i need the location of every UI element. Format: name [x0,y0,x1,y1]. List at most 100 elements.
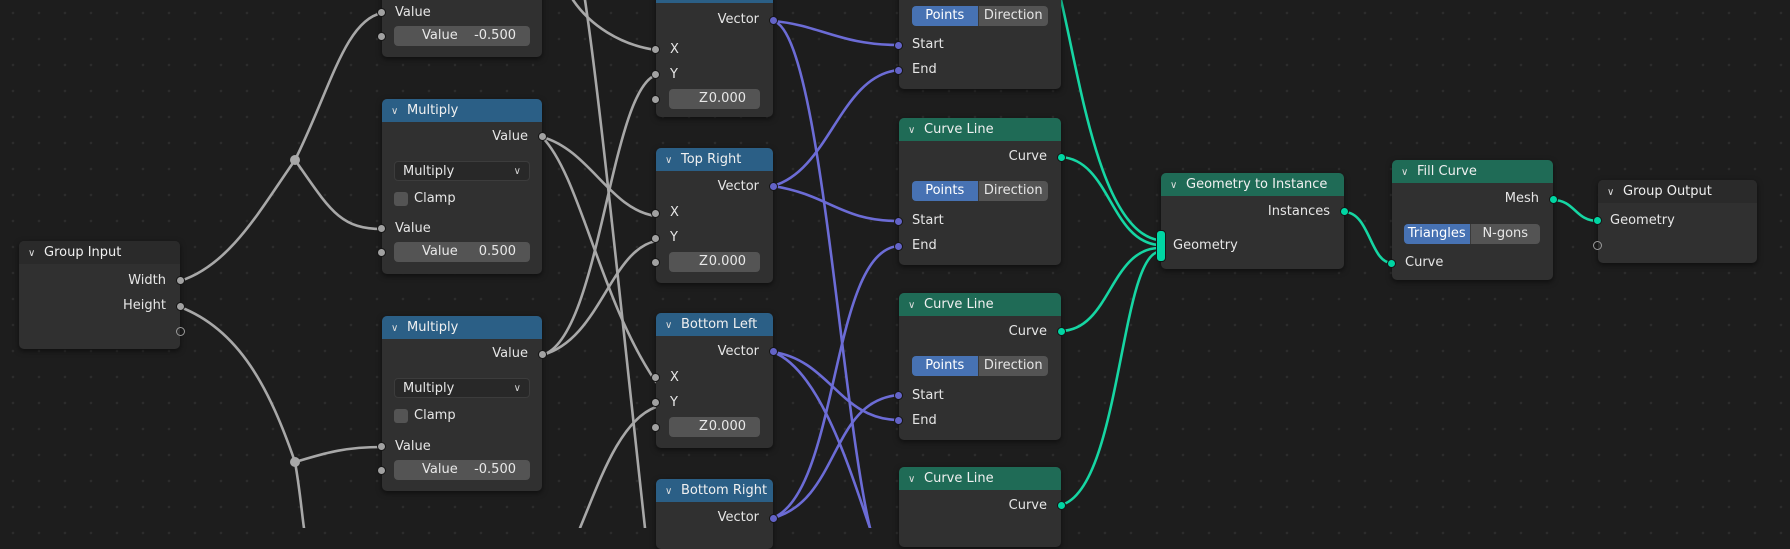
points-mode-button[interactable]: Points [912,181,978,201]
z-field[interactable]: Z 0.000 [669,417,760,437]
curve-output-socket[interactable] [1057,153,1066,162]
curve-output-socket[interactable] [1057,327,1066,336]
chevron-down-icon[interactable]: ∨ [908,119,920,141]
chevron-down-icon[interactable]: ∨ [391,100,403,122]
ngons-mode-button[interactable]: N-gons [1469,224,1540,244]
end-input-socket[interactable] [894,66,903,75]
value-field[interactable]: Value -0.500 [394,460,530,480]
z-field[interactable]: Z 0.000 [669,89,760,109]
points-mode-button[interactable]: Points [912,6,978,26]
value-field-socket[interactable] [377,466,386,475]
geometry-input-socket[interactable] [1593,216,1602,225]
chevron-down-icon[interactable]: ∨ [1170,174,1182,196]
node-header[interactable]: ∨ Curve Line [899,293,1061,316]
curve-input-socket[interactable] [1387,259,1396,268]
start-input-socket[interactable] [894,391,903,400]
direction-mode-button[interactable]: Direction [977,6,1048,26]
mode-toggle[interactable]: Points Direction [912,356,1048,376]
multiply-node-2[interactable]: ∨ Multiply Value Multiply ∨ Clamp Value Va… [377,316,547,491]
start-input-socket[interactable] [894,41,903,50]
node-header[interactable]: ∨ Bottom Left [656,313,773,336]
multiply-node-1[interactable]: ∨ Multiply Value Multiply ∨ Clamp Value Va… [377,99,547,274]
y-input-socket[interactable] [651,234,660,243]
curve-line-node-3[interactable]: ∨ Curve Line Curve [899,467,1066,547]
y-input-socket[interactable] [651,398,660,407]
chevron-down-icon[interactable]: ∨ [908,468,920,490]
z-field[interactable]: Z 0.000 [669,252,760,272]
node-header[interactable] [656,0,773,3]
clamp-checkbox[interactable] [394,409,408,423]
value-output-socket[interactable] [538,132,547,141]
curve-output-socket[interactable] [1057,501,1066,510]
curve-line-node-1[interactable]: ∨ Curve Line Curve Points Direction Start… [894,118,1066,265]
combine-xyz-top-left[interactable]: Vector X Y Z 0.000 [651,0,778,117]
node-header[interactable]: ∨ Fill Curve [1392,160,1553,183]
triangles-mode-button[interactable]: Triangles [1404,224,1470,244]
direction-mode-button[interactable]: Direction [977,181,1048,201]
chevron-down-icon[interactable]: ∨ [665,314,677,336]
value-field-socket[interactable] [377,248,386,257]
combine-xyz-top-right[interactable]: ∨ Top Right Vector X Y Z 0.000 [651,148,778,283]
node-header[interactable]: ∨ Curve Line [899,467,1061,490]
x-input-socket[interactable] [651,45,660,54]
points-mode-button[interactable]: Points [912,356,978,376]
fill-curve-node[interactable]: ∨ Fill Curve Mesh Triangles N-gons Curve [1387,160,1558,280]
operation-select[interactable]: Multiply ∨ [394,378,530,398]
chevron-down-icon[interactable]: ∨ [391,317,403,339]
end-input-socket[interactable] [894,242,903,251]
direction-mode-button[interactable]: Direction [977,356,1048,376]
vector-output-socket[interactable] [769,182,778,191]
mode-toggle[interactable]: Points Direction [912,181,1048,201]
height-output-socket[interactable] [176,302,185,311]
y-input-socket[interactable] [651,70,660,79]
value-input-socket[interactable] [377,442,386,451]
fill-mode-toggle[interactable]: Triangles N-gons [1404,224,1540,244]
geometry-to-instance-node[interactable]: ∨ Geometry to Instance Instances Geometry [1156,173,1349,269]
x-input-socket[interactable] [651,373,660,382]
clamp-checkbox[interactable] [394,192,408,206]
combine-xyz-bottom-right[interactable]: ∨ Bottom Right Vector [656,479,778,549]
empty-output-socket[interactable] [176,327,185,336]
value-field-socket[interactable] [377,32,386,41]
chevron-down-icon[interactable]: ∨ [908,294,920,316]
x-input-socket[interactable] [651,209,660,218]
node-header[interactable]: ∨ Group Output [1598,180,1757,203]
node-header[interactable]: ∨ Multiply [382,316,542,339]
chevron-down-icon[interactable]: ∨ [665,480,677,502]
math-node-top[interactable]: Value Value -0.500 [377,0,542,57]
z-input-socket[interactable] [651,258,660,267]
node-header[interactable]: ∨ Group Input [19,241,180,264]
operation-select[interactable]: Multiply ∨ [394,161,530,181]
node-header[interactable]: ∨ Top Right [656,148,773,171]
instances-output-socket[interactable] [1340,207,1349,216]
value-field[interactable]: Value -0.500 [394,26,530,46]
group-output-node[interactable]: ∨ Group Output Geometry [1593,180,1757,263]
value-output-socket[interactable] [538,350,547,359]
value-input-socket[interactable] [377,8,386,17]
mode-toggle[interactable]: Points Direction [912,6,1048,26]
vector-output-socket[interactable] [769,347,778,356]
mesh-output-socket[interactable] [1549,195,1558,204]
node-header[interactable]: ∨ Geometry to Instance [1161,173,1344,196]
empty-input-socket[interactable] [1593,241,1602,250]
start-input-socket[interactable] [894,217,903,226]
value-field[interactable]: Value 0.500 [394,242,530,262]
value-input-socket[interactable] [377,224,386,233]
node-header[interactable]: ∨ Multiply [382,99,542,122]
geometry-multi-input-socket[interactable] [1156,230,1166,262]
node-header[interactable]: ∨ Bottom Right [656,479,773,502]
group-input-node[interactable]: ∨ Group Input Width Height [19,241,185,349]
z-input-socket[interactable] [651,95,660,104]
curve-line-node-2[interactable]: ∨ Curve Line Curve Points Direction Start… [894,293,1066,440]
chevron-down-icon[interactable]: ∨ [28,242,40,264]
chevron-down-icon[interactable]: ∨ [1401,161,1413,183]
chevron-down-icon[interactable]: ∨ [665,149,677,171]
vector-output-socket[interactable] [769,16,778,25]
vector-output-socket[interactable] [769,514,778,523]
width-output-socket[interactable] [176,276,185,285]
node-header[interactable]: ∨ Curve Line [899,118,1061,141]
curve-line-node-0[interactable]: Points Direction Start End [894,0,1061,89]
chevron-down-icon[interactable]: ∨ [1607,181,1619,203]
z-input-socket[interactable] [651,423,660,432]
end-input-socket[interactable] [894,416,903,425]
